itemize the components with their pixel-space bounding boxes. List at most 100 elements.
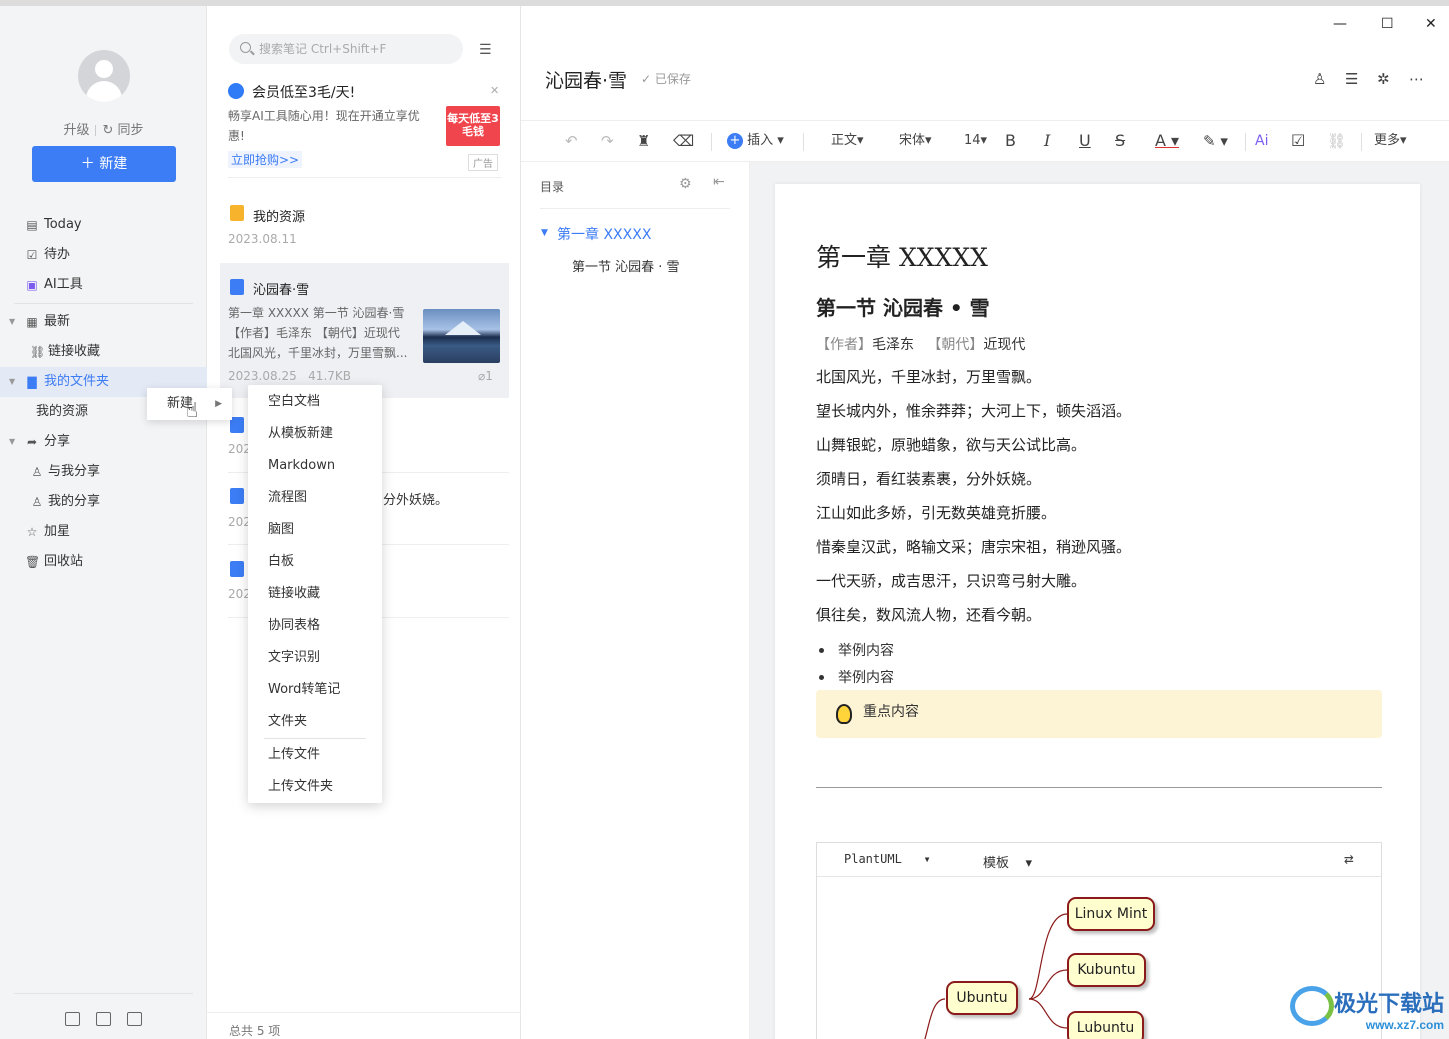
bullet-item: 举例内容 xyxy=(819,640,894,660)
italic-icon[interactable]: I xyxy=(1044,121,1050,161)
chevron-right-icon: ▶ xyxy=(215,399,222,409)
sidebar-item-link-favorites[interactable]: ⛓ 链接收藏 xyxy=(0,337,207,367)
eraser-icon[interactable]: ⌫ xyxy=(673,121,694,161)
menu-item-blank-doc[interactable]: 空白文档 xyxy=(248,386,382,418)
promo-title: 会员低至3毛/天! xyxy=(228,82,355,102)
submenu-new: 空白文档 从模板新建 Markdown 流程图 脑图 白板 链接收藏 协同表格 … xyxy=(248,385,382,803)
menu-item-whiteboard[interactable]: 白板 xyxy=(248,546,382,578)
menu-item-collab-table[interactable]: 协同表格 xyxy=(248,610,382,642)
link-icon[interactable]: ⛓ xyxy=(1327,121,1346,161)
poem-line: 俱往矣，数风流人物，还看今朝。 xyxy=(816,606,1042,624)
ai-icon: ▣ xyxy=(26,278,38,292)
collapse-panel-icon[interactable]: ⇤ xyxy=(713,174,725,190)
sort-icon[interactable]: ☰ xyxy=(479,42,492,58)
swap-icon[interactable]: ⇄ xyxy=(1344,849,1354,868)
collapse-arrow-icon[interactable]: ▼ xyxy=(9,367,15,397)
sidebar-item-my-shares[interactable]: ♙ 我的分享 xyxy=(0,487,207,517)
list-item-selected[interactable]: 沁园春·雪 第一章 XXXXX 第一节 沁园春·雪 【作者】毛泽东 【朝代】近现… xyxy=(220,263,509,398)
underline-icon[interactable]: U xyxy=(1079,121,1091,161)
more-button[interactable]: 更多▾ xyxy=(1374,121,1407,161)
toc-header: 目录 xyxy=(540,180,565,194)
mindmap-node[interactable]: Lubuntu xyxy=(1067,1011,1144,1039)
promo-link[interactable]: 立即抢购>> xyxy=(228,151,303,168)
sync-link[interactable]: 同步 xyxy=(118,119,144,138)
paragraph-style-select[interactable]: 正文▾ xyxy=(831,121,864,161)
saved-status: ✓ 已保存 xyxy=(641,72,691,86)
view-switcher xyxy=(0,1012,207,1030)
heading-chapter: 第一章 XXXXX xyxy=(816,243,988,272)
share-user-icon[interactable]: ♙ xyxy=(1313,70,1326,88)
mindmap-node[interactable]: Kubuntu xyxy=(1067,953,1146,987)
sidebar-item-trash[interactable]: 🗑 回收站 xyxy=(0,547,207,577)
more-options-icon[interactable]: ⋯ xyxy=(1409,70,1424,88)
menu-item-folder[interactable]: 文件夹 xyxy=(248,706,382,738)
bold-icon[interactable]: B xyxy=(1005,121,1016,161)
document-page[interactable]: 第一章 XXXXX 第一节 沁园春 • 雪 【作者】毛泽东 【朝代】近现代 北国… xyxy=(775,184,1420,1039)
sidebar-item-recent[interactable]: ▼ ▦ 最新 xyxy=(0,307,207,337)
highlight-icon[interactable]: ✎ ▾ xyxy=(1203,121,1228,161)
menu-item-word-to-note[interactable]: Word转笔记 xyxy=(248,674,382,706)
sidebar: 升级 ↻ 同步 ＋ 新建 ▤ Today ☑ 待办 ▣ AI工具 ▼ ▦ 最新 ⛓ 链接收藏 … xyxy=(0,6,207,1039)
single-column-view-icon[interactable] xyxy=(127,1012,142,1026)
promo-banner[interactable]: 会员低至3毛/天! 畅享AI工具随心用！现在开通立享优惠! 立即抢购>> 每天低… xyxy=(228,78,502,178)
format-painter-icon[interactable]: ♜ xyxy=(637,121,650,161)
mindmap-node[interactable]: Ubuntu xyxy=(946,981,1018,1015)
close-icon[interactable]: ✕ xyxy=(490,84,499,97)
sidebar-item-share[interactable]: ▼ ➦ 分享 xyxy=(0,427,207,457)
poem-line: 山舞银蛇，原驰蜡象，欲与天公试比高。 xyxy=(816,436,1087,454)
menu-item-upload-file[interactable]: 上传文件 xyxy=(248,739,382,771)
folder-icon: ▇ xyxy=(27,375,37,389)
doc-title[interactable]: 沁园春·雪 xyxy=(545,66,627,93)
document-icon xyxy=(230,417,244,433)
two-column-view-icon[interactable] xyxy=(96,1012,111,1026)
settings-icon[interactable]: ⚙ xyxy=(679,176,692,192)
language-select[interactable]: PlantUML ▾ xyxy=(844,852,931,866)
font-size-select[interactable]: 14▾ xyxy=(964,121,987,161)
sync-icon[interactable]: ↻ xyxy=(102,123,113,138)
strikethrough-icon[interactable]: S xyxy=(1115,121,1125,161)
mindmap-view-icon[interactable]: ✲ xyxy=(1377,70,1390,88)
upgrade-link[interactable]: 升级 xyxy=(63,119,89,138)
ai-writing-icon[interactable]: Ai xyxy=(1255,121,1268,161)
lightbulb-icon xyxy=(836,704,852,724)
menu-item-ocr[interactable]: 文字识别 xyxy=(248,642,382,674)
collapse-arrow-icon[interactable]: ▼ xyxy=(9,427,15,457)
undo-icon[interactable]: ↶ xyxy=(565,121,578,161)
sidebar-item-ai-tools[interactable]: ▣ AI工具 xyxy=(0,270,207,300)
close-window-icon[interactable]: ✕ xyxy=(1425,16,1437,32)
maximize-icon[interactable]: ☐ xyxy=(1381,16,1394,32)
three-column-view-icon[interactable] xyxy=(65,1012,80,1026)
menu-item-upload-folder[interactable]: 上传文件夹 xyxy=(248,771,382,803)
poem-line: 江山如此多娇，引无数英雄竞折腰。 xyxy=(816,504,1057,522)
collapse-arrow-icon[interactable]: ▼ xyxy=(9,307,15,337)
poem-line: 须晴日，看红装素裹，分外妖娆。 xyxy=(816,470,1042,488)
avatar[interactable] xyxy=(78,50,130,102)
redo-icon[interactable]: ↷ xyxy=(601,121,614,161)
toc-item-section[interactable]: 第一节 沁园春 · 雪 xyxy=(572,256,680,275)
menu-item-from-template[interactable]: 从模板新建 xyxy=(248,418,382,450)
callout-block[interactable]: 重点内容 xyxy=(816,690,1382,738)
poem-line: 惜秦皇汉武，略输文采；唐宗宋祖，稍逊风骚。 xyxy=(816,538,1132,556)
menu-item-link-favorite[interactable]: 链接收藏 xyxy=(248,578,382,610)
menu-item-flowchart[interactable]: 流程图 xyxy=(248,482,382,514)
menu-item-markdown[interactable]: Markdown xyxy=(248,450,382,482)
promo-badge[interactable]: 每天低至3毛钱 xyxy=(446,106,500,146)
sidebar-item-shared-with-me[interactable]: ♙ 与我分享 xyxy=(0,457,207,487)
menu-item-mindmap[interactable]: 脑图 xyxy=(248,514,382,546)
poem-line: 一代天骄，成吉思汗，只识弯弓射大雕。 xyxy=(816,572,1087,590)
checklist-icon[interactable]: ☑ xyxy=(1291,121,1305,161)
sidebar-item-todo[interactable]: ☑ 待办 xyxy=(0,240,207,270)
template-select[interactable]: 模板 ▾ xyxy=(983,852,1032,871)
insert-button[interactable]: + 插入 ▾ xyxy=(727,121,784,161)
new-button[interactable]: ＋ 新建 xyxy=(32,146,176,182)
search-input[interactable]: 搜索笔记 Ctrl+Shift+F xyxy=(229,34,463,64)
font-family-select[interactable]: 宋体▾ xyxy=(899,121,932,161)
sidebar-item-today[interactable]: ▤ Today xyxy=(0,210,207,240)
sidebar-item-starred[interactable]: ☆ 加星 xyxy=(0,517,207,547)
text-color-icon[interactable]: A ▾ xyxy=(1155,121,1179,161)
minimize-icon[interactable]: — xyxy=(1333,16,1347,32)
mindmap-node[interactable]: Linux Mint xyxy=(1067,897,1155,931)
find-replace-icon[interactable]: ☰ xyxy=(1345,70,1358,88)
toc-item-chapter[interactable]: ▼ 第一章 XXXXX xyxy=(541,224,651,244)
list-item[interactable]: 我的资源 2023.08.11 xyxy=(220,194,509,256)
